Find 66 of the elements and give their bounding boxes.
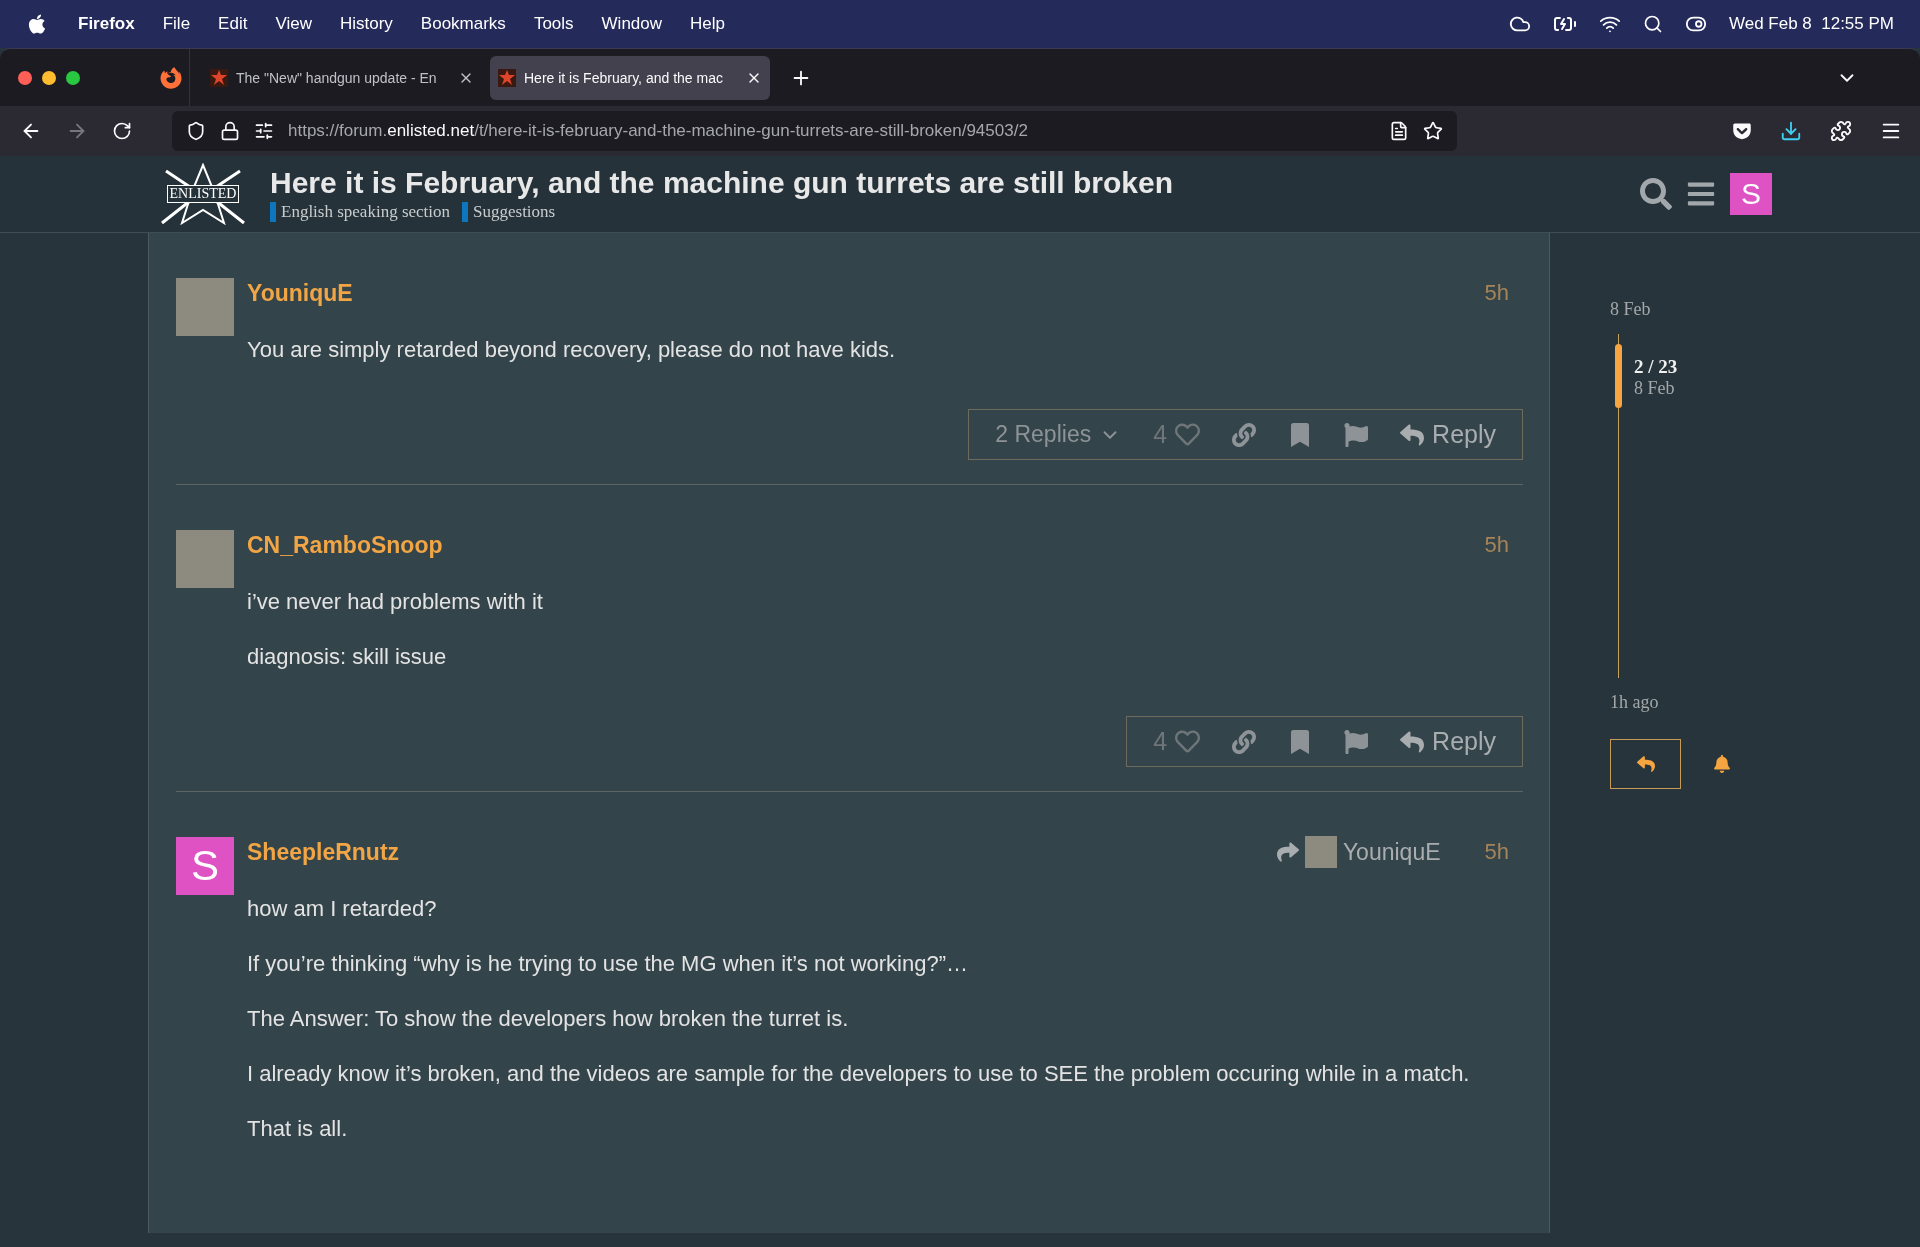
heart-icon	[1175, 422, 1201, 447]
photo-placeholder[interactable]	[1304, 836, 1337, 868]
timeline-position-date: 8 Feb	[1634, 378, 1676, 399]
timeline-end-date[interactable]: 1h ago	[1610, 692, 1731, 713]
browser-tab[interactable]: Here it is February, and the mac	[490, 55, 770, 100]
permissions-icon[interactable]	[254, 121, 274, 141]
menu-item[interactable]: File	[162, 14, 191, 34]
star-favicon-icon	[498, 68, 516, 87]
username[interactable]: SheepleRnutz	[247, 838, 400, 866]
bookmark-star-icon[interactable]	[1423, 121, 1443, 141]
download-icon[interactable]	[1780, 120, 1802, 142]
menu-item[interactable]: Edit	[218, 14, 248, 34]
reader-view-icon[interactable]	[1389, 121, 1409, 141]
reply-button[interactable]: Reply	[1386, 420, 1510, 449]
logo-text: ENLISTED	[166, 185, 240, 203]
post-text: diagnosis: skill issue	[247, 643, 448, 670]
category-link[interactable]: Suggestions	[462, 202, 556, 222]
menu-item[interactable]: Bookmarks	[420, 14, 506, 34]
shield-icon[interactable]	[186, 121, 206, 141]
reply-button[interactable]	[1610, 739, 1681, 789]
link-icon	[1232, 422, 1257, 447]
reload-icon[interactable]	[112, 121, 132, 141]
post-text: I already know it’s broken, and the videos are sample for the developers to use to SEE the problem occuring while in a match.	[247, 1060, 1471, 1087]
reply-arrow-icon	[1400, 422, 1425, 447]
search-icon[interactable]	[1640, 178, 1672, 210]
app-menu[interactable]: Firefox	[78, 14, 135, 34]
firefox-logo-icon[interactable]	[160, 66, 182, 89]
close-window-button[interactable]	[18, 70, 32, 85]
bell-icon[interactable]	[1713, 755, 1731, 773]
menu-item[interactable]: View	[275, 14, 312, 34]
post-text: how am I retarded?	[247, 895, 438, 922]
star-favicon-icon	[210, 68, 228, 87]
username[interactable]: YouniquE	[247, 279, 353, 307]
post-text: If you’re thinking “why is he trying to use the MG when it’s not working?”…	[247, 950, 970, 977]
lock-icon[interactable]	[220, 121, 240, 141]
post-text: i’ve never had problems with it	[247, 588, 544, 615]
reply-arrow-icon	[1636, 755, 1655, 773]
username[interactable]: CN_RamboSnoop	[247, 531, 443, 559]
post-text: You are simply retarded beyond recovery, please do not have kids.	[247, 336, 897, 363]
heart-icon	[1175, 729, 1201, 754]
reply-arrow-icon	[1400, 729, 1425, 754]
menu-item[interactable]: Window	[601, 14, 663, 34]
timeline-handle[interactable]	[1615, 344, 1622, 408]
menu-item[interactable]: Tools	[533, 14, 574, 34]
flag-icon	[1344, 729, 1369, 754]
clock[interactable]: Wed Feb 8 12:55 PM	[1728, 14, 1894, 34]
post-text: The Answer: To show the developers how broken the turret is.	[247, 1005, 850, 1032]
browser-tab[interactable]: The "New" handgun update - En	[202, 55, 482, 100]
apple-logo-icon[interactable]	[26, 13, 48, 35]
timeline-start-date[interactable]: 8 Feb	[1610, 299, 1731, 320]
timeline-position: 2 / 23	[1634, 356, 1679, 378]
category-link[interactable]: English speaking section	[270, 202, 451, 222]
pocket-icon[interactable]	[1732, 121, 1752, 141]
flag-icon	[1344, 422, 1369, 447]
zoom-window-button[interactable]	[66, 70, 80, 85]
puzzle-icon[interactable]	[1830, 120, 1852, 142]
search-icon[interactable]	[1642, 14, 1663, 34]
reply-to-username[interactable]: YouniquE	[1342, 838, 1441, 866]
reply-button[interactable]: Reply	[1386, 727, 1510, 756]
menu-item[interactable]: History	[339, 14, 393, 34]
link-icon	[1232, 729, 1257, 754]
topic-title[interactable]: Here it is February, and the machine gun turrets are still broken	[270, 166, 1174, 200]
menu-item[interactable]: Help	[690, 14, 725, 34]
share-arrow-icon	[1276, 841, 1299, 863]
post-text: That is all.	[247, 1115, 349, 1142]
minimize-window-button[interactable]	[42, 70, 56, 85]
